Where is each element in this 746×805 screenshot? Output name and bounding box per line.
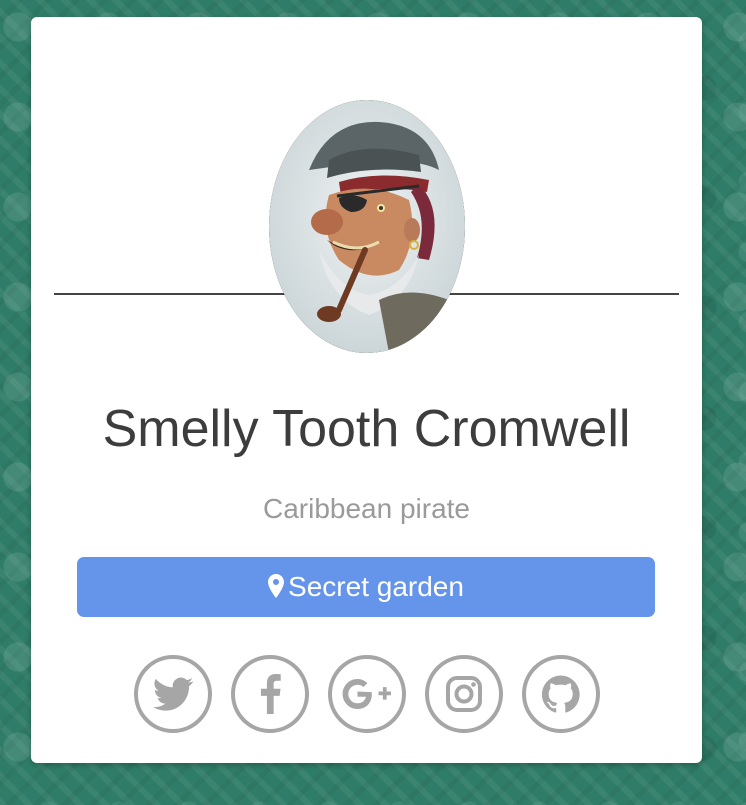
avatar <box>269 100 465 353</box>
instagram-icon <box>445 676 482 712</box>
map-pin-icon <box>268 574 285 598</box>
profile-name: Smelly Tooth Cromwell <box>102 400 631 458</box>
twitter-icon <box>152 677 193 711</box>
google-plus-icon <box>342 678 392 710</box>
github-button[interactable] <box>521 655 600 733</box>
instagram-button[interactable] <box>424 655 503 733</box>
social-links <box>31 655 702 733</box>
facebook-icon <box>259 674 281 714</box>
profile-subtitle: Caribbean pirate <box>262 493 471 524</box>
github-icon <box>541 675 580 713</box>
twitter-button[interactable] <box>133 655 212 733</box>
location-label: Secret garden <box>288 571 464 602</box>
location-button[interactable]: Secret garden <box>77 557 655 617</box>
facebook-button[interactable] <box>230 655 309 733</box>
profile-card: Smelly Tooth Cromwell Caribbean pirate S… <box>31 17 702 763</box>
google-plus-button[interactable] <box>327 655 406 733</box>
